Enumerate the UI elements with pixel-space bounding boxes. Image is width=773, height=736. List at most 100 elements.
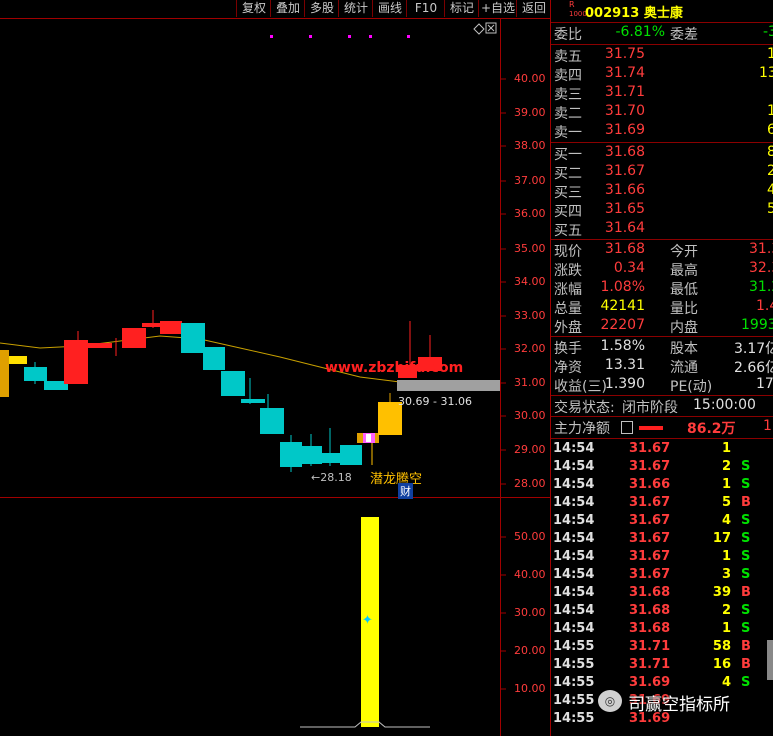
tick-volume: 58 bbox=[712, 639, 731, 654]
ask-row: 卖二 31.70 1 bbox=[554, 103, 773, 122]
price-tick: 39.00 bbox=[514, 106, 546, 119]
tick-direction: S bbox=[741, 459, 751, 474]
tick-direction: S bbox=[741, 477, 751, 492]
tick-price: 31.68 bbox=[629, 621, 671, 636]
tick-price: 31.71 bbox=[629, 639, 671, 654]
tick-price: 31.68 bbox=[629, 585, 671, 600]
tick-price: 31.67 bbox=[629, 567, 671, 582]
wechat-icon: ◎ bbox=[598, 690, 622, 712]
tick-volume: 2 bbox=[721, 459, 731, 474]
tick-row: 14:54 31.68 39 B bbox=[551, 585, 773, 603]
tick-time: 14:54 bbox=[553, 495, 595, 510]
quote-panel: R 1000 002913 奥士康 委比 -6.81% 委差 -3 卖五 31.75… bbox=[551, 0, 773, 736]
tick-time: 14:55 bbox=[553, 693, 595, 708]
bid-row: 买四 31.65 5 bbox=[554, 201, 773, 220]
candle bbox=[221, 371, 245, 396]
candle bbox=[302, 446, 322, 464]
candle bbox=[160, 321, 182, 334]
volume-tick: 50.00 bbox=[514, 530, 546, 543]
candle bbox=[142, 323, 160, 327]
finance-badge[interactable]: 财 bbox=[398, 483, 413, 499]
tick-row: 14:55 31.71 58 B bbox=[551, 639, 773, 657]
low-price-label: ←28.18 bbox=[311, 471, 352, 484]
ask-row: 卖一 31.69 6 bbox=[554, 122, 773, 141]
tick-time: 14:54 bbox=[553, 477, 595, 492]
price-tick: 33.00 bbox=[514, 309, 546, 322]
tick-row: 14:54 31.67 3 S bbox=[551, 567, 773, 585]
main-net-row[interactable]: 主力净额 86.2万 1 bbox=[551, 418, 773, 437]
tick-volume: 1 bbox=[721, 621, 731, 636]
bid-row: 买一 31.68 8 bbox=[554, 144, 773, 163]
fundamental-row: 收益(三) 1.390 PE(动) 17 bbox=[554, 376, 773, 395]
tick-row: 14:55 31.71 16 B bbox=[551, 657, 773, 675]
tick-volume: 17 bbox=[712, 531, 731, 546]
volume-tick: 30.00 bbox=[514, 606, 546, 619]
tick-volume: 39 bbox=[712, 585, 731, 600]
candle bbox=[88, 343, 112, 348]
candle bbox=[24, 367, 47, 381]
tick-time: 14:54 bbox=[553, 459, 595, 474]
stock-code-name[interactable]: 002913 奥士康 bbox=[585, 2, 683, 21]
tick-row: 14:54 31.67 4 S bbox=[551, 513, 773, 531]
price-tick: 30.00 bbox=[514, 409, 546, 422]
butterfly-icon: ✦ bbox=[362, 613, 373, 628]
volume-tick: 40.00 bbox=[514, 568, 546, 581]
candle bbox=[181, 323, 205, 353]
tick-direction: B bbox=[741, 639, 751, 654]
stock-header: R 1000 002913 奥士康 bbox=[551, 0, 773, 22]
trade-status-row: 交易状态: 闭市阶段 15:00:00 bbox=[554, 397, 756, 416]
tick-direction: B bbox=[741, 585, 751, 600]
volume-tick: 10.00 bbox=[514, 682, 546, 695]
main-net-bar bbox=[639, 426, 663, 430]
tick-time: 14:54 bbox=[553, 567, 595, 582]
tick-price: 31.67 bbox=[629, 513, 671, 528]
price-tick: 31.00 bbox=[514, 376, 546, 389]
range-label: 30.69 - 31.06 bbox=[398, 395, 472, 408]
price-tick: 40.00 bbox=[514, 72, 546, 85]
tick-volume: 1 bbox=[721, 549, 731, 564]
stat-row: 涨跌0.34最高32.3 bbox=[554, 260, 773, 279]
candle bbox=[9, 356, 27, 364]
tick-volume: 1 bbox=[721, 477, 731, 492]
watermark: ◎ 司赢空指标所 bbox=[598, 688, 773, 718]
tick-time: 14:54 bbox=[553, 603, 595, 618]
price-tick: 34.00 bbox=[514, 275, 546, 288]
ask-row: 卖五 31.75 1 bbox=[554, 46, 773, 65]
tick-price: 31.67 bbox=[629, 495, 671, 510]
tick-direction: S bbox=[741, 567, 751, 582]
tick-price: 31.68 bbox=[629, 603, 671, 618]
price-tick: 37.00 bbox=[514, 174, 546, 187]
tick-volume: 16 bbox=[712, 657, 731, 672]
weibi-row: 委比 -6.81% 委差 -3 bbox=[554, 24, 773, 43]
tick-row: 14:54 31.68 1 S bbox=[551, 621, 773, 639]
tick-row: 14:54 31.67 5 B bbox=[551, 495, 773, 513]
tick-time: 14:54 bbox=[553, 531, 595, 546]
price-tick: 29.00 bbox=[514, 443, 546, 456]
kline-chart[interactable]: ✦ bbox=[0, 0, 551, 736]
watermark-url: www.zbzhifu.com bbox=[325, 360, 464, 376]
list-icon[interactable] bbox=[621, 421, 633, 434]
candle bbox=[321, 453, 341, 463]
tick-price: 31.66 bbox=[629, 477, 671, 492]
price-tick: 36.00 bbox=[514, 207, 546, 220]
scrollbar-thumb[interactable] bbox=[767, 640, 773, 680]
tick-time: 14:54 bbox=[553, 585, 595, 600]
tick-volume: 4 bbox=[721, 513, 731, 528]
tick-row: 14:54 31.67 2 S bbox=[551, 459, 773, 477]
stat-row: 现价31.68今开31.3 bbox=[554, 241, 773, 260]
tick-volume: 5 bbox=[721, 495, 731, 510]
candle bbox=[122, 328, 146, 348]
tick-direction: S bbox=[741, 513, 751, 528]
price-tick: 35.00 bbox=[514, 242, 546, 255]
bid-row: 买三 31.66 4 bbox=[554, 182, 773, 201]
tick-row: 14:54 31.68 2 S bbox=[551, 603, 773, 621]
tick-time: 14:54 bbox=[553, 513, 595, 528]
diamond-icon[interactable] bbox=[473, 23, 485, 35]
tick-time: 14:55 bbox=[553, 639, 595, 654]
tick-time: 14:54 bbox=[553, 621, 595, 636]
price-tick: 28.00 bbox=[514, 477, 546, 490]
signal-label: 潜龙腾空 bbox=[370, 472, 423, 487]
candle bbox=[241, 399, 265, 403]
tick-price: 31.67 bbox=[629, 531, 671, 546]
tick-volume: 2 bbox=[721, 603, 731, 618]
